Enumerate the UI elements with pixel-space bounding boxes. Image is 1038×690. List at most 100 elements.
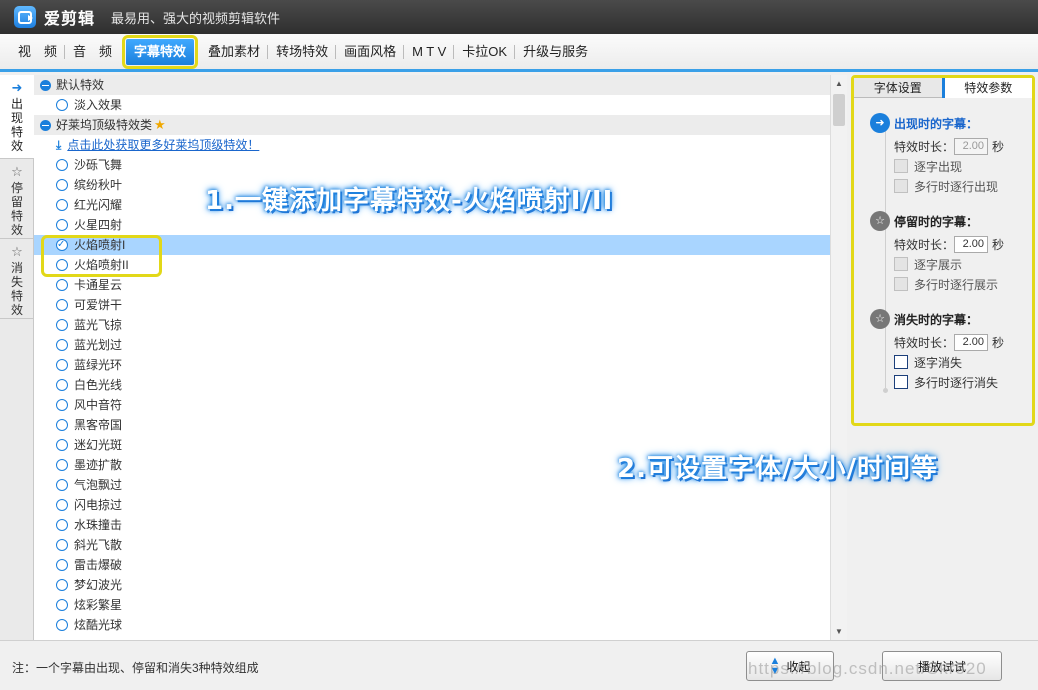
radio-icon[interactable] — [56, 579, 68, 591]
side-tab-appear[interactable]: ➜ 出现特效 — [0, 75, 34, 159]
tab-font-settings[interactable]: 字体设置 — [854, 78, 942, 98]
radio-icon[interactable] — [56, 399, 68, 411]
list-item[interactable]: 雷击爆破 — [34, 555, 830, 575]
radio-icon[interactable] — [56, 519, 68, 531]
checkbox-row[interactable]: 多行时逐行消失 — [894, 372, 1032, 392]
list-item[interactable]: 蓝光飞掠 — [34, 315, 830, 335]
params-tabs: 字体设置 特效参数 — [854, 78, 1032, 98]
tab-overlay[interactable]: 叠加素材 — [200, 39, 268, 65]
tab-upgrade[interactable]: 升级与服务 — [514, 39, 596, 65]
checkbox[interactable] — [894, 179, 908, 193]
scroll-down-icon[interactable]: ▼ — [831, 623, 847, 640]
list-item[interactable]: 白色光线 — [34, 375, 830, 395]
section-title: 出现时的字幕： — [894, 116, 979, 131]
duration-input[interactable]: 2.00 — [954, 333, 989, 351]
tab-karaoke[interactable]: 卡拉OK — [453, 39, 515, 65]
radio-icon[interactable] — [56, 219, 68, 231]
radio-icon[interactable] — [56, 559, 68, 571]
duration-input[interactable]: 2.00 — [954, 137, 989, 155]
checkbox[interactable] — [894, 355, 908, 369]
checkbox[interactable] — [894, 277, 908, 291]
list-item-label: 蓝光飞掠 — [74, 318, 123, 332]
list-item-label: 红光闪耀 — [74, 198, 123, 212]
tab-mtv[interactable]: M T V — [403, 39, 454, 65]
list-item[interactable]: 卡通星云 — [34, 275, 830, 295]
list-item[interactable]: 火焰喷射I — [34, 235, 830, 255]
list-item[interactable]: 蓝绿光环 — [34, 355, 830, 375]
radio-icon[interactable] — [56, 359, 68, 371]
list-item[interactable]: 水珠撞击 — [34, 515, 830, 535]
list-item[interactable]: 蓝光划过 — [34, 335, 830, 355]
checkbox[interactable] — [894, 257, 908, 271]
list-item[interactable]: 梦幻波光 — [34, 575, 830, 595]
duration-input[interactable]: 2.00 — [954, 235, 989, 253]
list-item[interactable]: 闪电掠过 — [34, 495, 830, 515]
side-tab-disappear[interactable]: ☆ 消失特效 — [0, 239, 34, 319]
list-item[interactable]: 火星四射 — [34, 215, 830, 235]
radio-icon[interactable] — [56, 599, 68, 611]
group-header-hollywood[interactable]: 好莱坞顶级特效类 ★ — [34, 115, 830, 135]
radio-icon[interactable] — [56, 179, 68, 191]
radio-icon[interactable] — [56, 299, 68, 311]
download-more-link[interactable]: 点击此处获取更多好莱坞顶级特效！ — [67, 135, 259, 155]
radio-icon[interactable] — [56, 439, 68, 451]
appear-icon: ➜ — [11, 80, 23, 95]
radio-icon[interactable] — [56, 159, 68, 171]
list-item[interactable]: 可爱饼干 — [34, 295, 830, 315]
list-item[interactable]: 火焰喷射II — [34, 255, 830, 275]
list-item[interactable]: 炫彩繁星 — [34, 595, 830, 615]
list-item[interactable]: 斜光飞散 — [34, 535, 830, 555]
appear-icon: ➜ — [870, 113, 890, 133]
tab-audio[interactable]: 音 频 — [64, 39, 120, 65]
radio-icon[interactable] — [56, 259, 68, 271]
radio-icon[interactable] — [56, 99, 68, 111]
duration-unit: 秒 — [992, 139, 1005, 154]
list-scrollbar[interactable]: ▲ ▼ — [830, 75, 847, 640]
tab-subtitle-effects[interactable]: 字幕特效 — [122, 34, 199, 69]
side-tab-stay[interactable]: ☆ 停留特效 — [0, 159, 34, 239]
preview-button[interactable]: 播放试试 — [882, 651, 1002, 681]
checkbox-row[interactable]: 逐字展示 — [894, 254, 1032, 274]
scroll-up-icon[interactable]: ▲ — [831, 75, 847, 92]
radio-icon[interactable] — [56, 479, 68, 491]
collapse-button[interactable]: ▲ ▼ 收起 — [746, 651, 834, 681]
list-item[interactable]: 炫酷光球 — [34, 615, 830, 635]
radio-icon[interactable] — [56, 539, 68, 551]
collapse-icon[interactable] — [40, 79, 51, 91]
checkbox[interactable] — [894, 159, 908, 173]
tab-style[interactable]: 画面风格 — [335, 39, 404, 65]
list-item[interactable]: 墨迹扩散 — [34, 455, 830, 475]
list-item[interactable]: 红光闪耀 — [34, 195, 830, 215]
stay-icon: ☆ — [11, 164, 23, 179]
radio-icon[interactable] — [56, 499, 68, 511]
checkbox-row[interactable]: 逐字出现 — [894, 156, 1032, 176]
tab-video[interactable]: 视 频 — [10, 39, 65, 65]
radio-icon[interactable] — [56, 379, 68, 391]
radio-icon[interactable] — [56, 339, 68, 351]
tab-effect-params[interactable]: 特效参数 — [941, 78, 1032, 98]
list-item[interactable]: 气泡飘过 — [34, 475, 830, 495]
list-item[interactable]: 淡入效果 — [34, 95, 830, 115]
radio-icon[interactable] — [56, 619, 68, 631]
tab-transitions[interactable]: 转场特效 — [267, 39, 336, 65]
radio-icon[interactable] — [56, 419, 68, 431]
group-header-default[interactable]: 默认特效 — [34, 75, 830, 95]
radio-icon[interactable] — [56, 279, 68, 291]
scroll-thumb[interactable] — [833, 94, 845, 126]
radio-icon[interactable] — [56, 199, 68, 211]
checkbox-row[interactable]: 多行时逐行出现 — [894, 176, 1032, 196]
checkbox-row[interactable]: 多行时逐行展示 — [894, 274, 1032, 294]
list-item[interactable]: 风中音符 — [34, 395, 830, 415]
radio-icon[interactable] — [56, 319, 68, 331]
download-more-row[interactable]: ⤓ 点击此处获取更多好莱坞顶级特效！ — [34, 135, 830, 155]
list-item[interactable]: 缤纷秋叶 — [34, 175, 830, 195]
checkbox-row[interactable]: 逐字消失 — [894, 352, 1032, 372]
radio-icon[interactable] — [56, 459, 68, 471]
list-item[interactable]: 沙砾飞舞 — [34, 155, 830, 175]
checkbox[interactable] — [894, 375, 908, 389]
star-icon: ★ — [154, 117, 166, 132]
collapse-icon[interactable] — [40, 119, 51, 131]
list-item[interactable]: 黑客帝国 — [34, 415, 830, 435]
list-item[interactable]: 迷幻光斑 — [34, 435, 830, 455]
radio-icon[interactable] — [56, 235, 68, 255]
